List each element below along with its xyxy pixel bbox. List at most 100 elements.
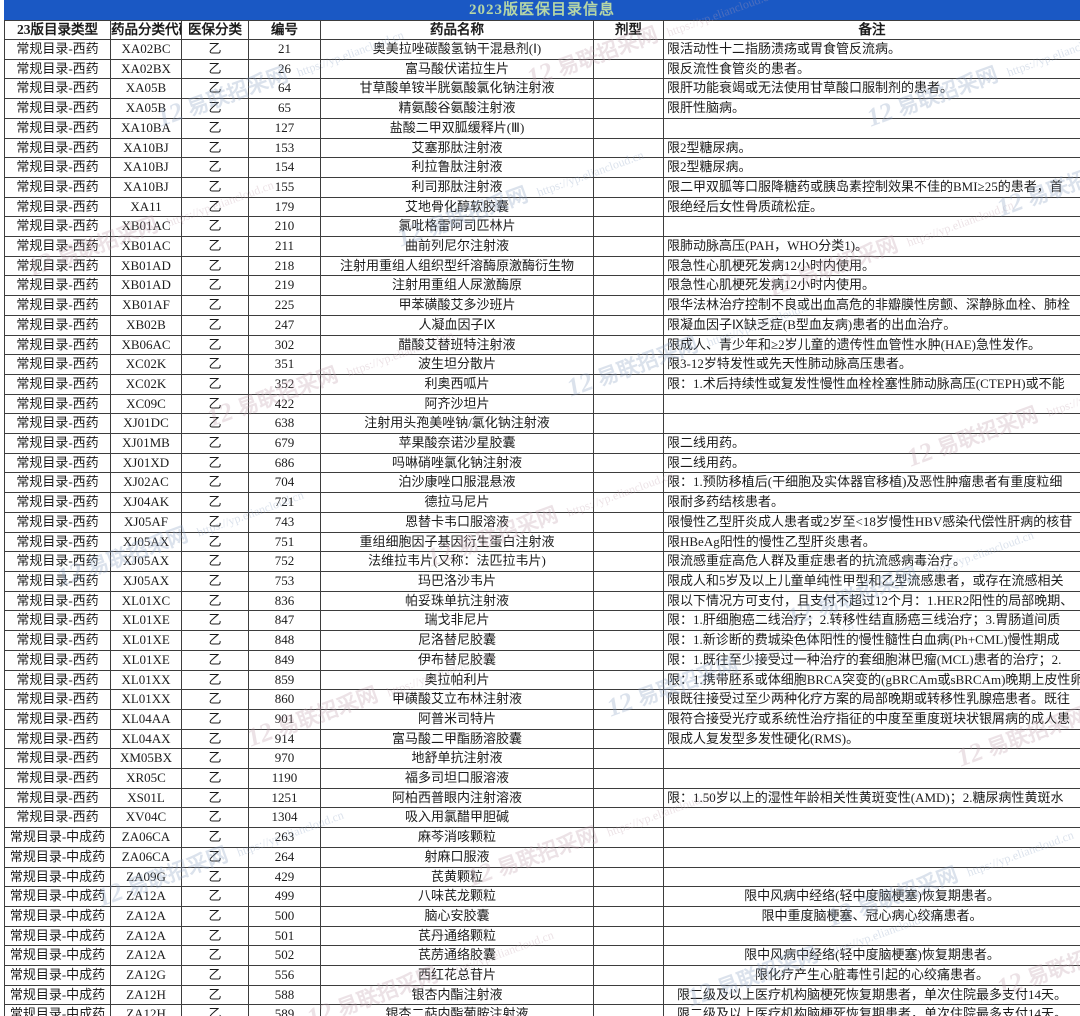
cell-drug-name[interactable]: 注射用重组人组织型纤溶酶原激酶衍生物	[320, 255, 594, 277]
cell-drug-class-code[interactable]: XA02BX	[110, 58, 182, 80]
cell-dosage-form[interactable]	[593, 846, 664, 868]
cell-drug-name[interactable]: 银杏二萜内酯葡胺注射液	[320, 1004, 594, 1016]
cell-catalog-type[interactable]: 常规目录-西药	[4, 649, 111, 671]
cell-catalog-type[interactable]: 常规目录-西药	[4, 334, 111, 356]
cell-drug-class-code[interactable]: XV04C	[110, 807, 182, 829]
cell-insurance-class[interactable]: 乙	[181, 551, 249, 572]
cell-number[interactable]: 422	[248, 393, 321, 415]
cell-remark[interactable]: 限成人复发型多发性硬化(RMS)。	[663, 728, 1080, 750]
cell-insurance-class[interactable]: 乙	[181, 216, 249, 238]
cell-dosage-form[interactable]	[593, 196, 664, 218]
cell-number[interactable]: 752	[248, 551, 321, 572]
cell-remark[interactable]: 限二线用药。	[663, 433, 1080, 454]
cell-remark[interactable]	[663, 413, 1080, 435]
cell-drug-class-code[interactable]: XB02B	[110, 314, 182, 336]
cell-drug-class-code[interactable]: ZA09G	[110, 866, 182, 888]
cell-drug-class-code[interactable]: XC02K	[110, 354, 182, 375]
cell-dosage-form[interactable]	[593, 295, 664, 316]
cell-insurance-class[interactable]: 乙	[181, 373, 249, 395]
cell-dosage-form[interactable]	[593, 78, 664, 100]
cell-dosage-form[interactable]	[593, 590, 664, 612]
cell-drug-class-code[interactable]: XL01XX	[110, 689, 182, 710]
cell-remark[interactable]: 限：1.预防移植后(干细胞及实体器官移植)及恶性肿瘤患者有重度粒细	[663, 472, 1080, 494]
cell-drug-name[interactable]: 艾塞那肽注射液	[320, 137, 594, 159]
cell-insurance-class[interactable]: 乙	[181, 275, 249, 297]
cell-insurance-class[interactable]: 乙	[181, 295, 249, 316]
cell-remark[interactable]	[663, 866, 1080, 888]
cell-number[interactable]: 65	[248, 98, 321, 119]
cell-drug-name[interactable]: 射麻口服液	[320, 846, 594, 868]
cell-remark[interactable]: 限化疗产生心脏毒性引起的心绞痛患者。	[663, 965, 1080, 986]
cell-number[interactable]: 64	[248, 78, 321, 100]
cell-drug-name[interactable]: 苹果酸奈诺沙星胶囊	[320, 433, 594, 454]
cell-catalog-type[interactable]: 常规目录-西药	[4, 196, 111, 218]
cell-dosage-form[interactable]	[593, 866, 664, 888]
cell-drug-name[interactable]: 法维拉韦片(又称：法匹拉韦片)	[320, 551, 594, 572]
cell-dosage-form[interactable]	[593, 551, 664, 572]
cell-number[interactable]: 500	[248, 905, 321, 927]
cell-drug-class-code[interactable]: XL01XX	[110, 669, 182, 691]
cell-drug-class-code[interactable]: XC09C	[110, 393, 182, 415]
cell-number[interactable]: 721	[248, 492, 321, 513]
cell-number[interactable]: 127	[248, 117, 321, 139]
cell-drug-class-code[interactable]: XJ05AF	[110, 511, 182, 533]
cell-insurance-class[interactable]: 乙	[181, 708, 249, 730]
cell-drug-name[interactable]: 曲前列尼尔注射液	[320, 236, 594, 257]
cell-insurance-class[interactable]: 乙	[181, 157, 249, 178]
cell-insurance-class[interactable]: 乙	[181, 58, 249, 80]
cell-dosage-form[interactable]	[593, 925, 664, 947]
cell-remark[interactable]: 限反流性食管炎的患者。	[663, 58, 1080, 80]
cell-catalog-type[interactable]: 常规目录-西药	[4, 275, 111, 297]
cell-catalog-type[interactable]: 常规目录-西药	[4, 669, 111, 691]
cell-drug-name[interactable]: 泊沙康唑口服混悬液	[320, 472, 594, 494]
cell-remark[interactable]	[663, 216, 1080, 238]
column-header-number[interactable]: 编号	[248, 20, 321, 40]
cell-insurance-class[interactable]: 乙	[181, 925, 249, 947]
cell-drug-class-code[interactable]: XB01AD	[110, 255, 182, 277]
cell-drug-class-code[interactable]: XJ01MB	[110, 433, 182, 454]
cell-drug-name[interactable]: 人凝血因子Ⅸ	[320, 314, 594, 336]
cell-dosage-form[interactable]	[593, 58, 664, 80]
cell-drug-name[interactable]: 奥拉帕利片	[320, 669, 594, 691]
cell-number[interactable]: 914	[248, 728, 321, 750]
cell-dosage-form[interactable]	[593, 137, 664, 159]
cell-number[interactable]: 225	[248, 295, 321, 316]
cell-drug-name[interactable]: 盐酸二甲双胍缓释片(Ⅲ)	[320, 117, 594, 139]
cell-drug-name[interactable]: 精氨酸谷氨酸注射液	[320, 98, 594, 119]
cell-number[interactable]: 429	[248, 866, 321, 888]
cell-remark[interactable]: 限慢性乙型肝炎成人患者或2岁至<18岁慢性HBV感染代偿性肝病的核苷	[663, 511, 1080, 533]
cell-catalog-type[interactable]: 常规目录-西药	[4, 807, 111, 829]
cell-drug-name[interactable]: 吸入用氯醋甲胆碱	[320, 807, 594, 829]
cell-catalog-type[interactable]: 常规目录-西药	[4, 728, 111, 750]
cell-catalog-type[interactable]: 常规目录-西药	[4, 137, 111, 159]
cell-drug-class-code[interactable]: XA05B	[110, 78, 182, 100]
cell-drug-name[interactable]: 地舒单抗注射液	[320, 748, 594, 770]
cell-drug-class-code[interactable]: XB01AC	[110, 216, 182, 238]
cell-catalog-type[interactable]: 常规目录-西药	[4, 630, 111, 651]
cell-drug-class-code[interactable]: XL01XE	[110, 610, 182, 632]
cell-catalog-type[interactable]: 常规目录-西药	[4, 433, 111, 454]
cell-catalog-type[interactable]: 常规目录-西药	[4, 531, 111, 553]
cell-catalog-type[interactable]: 常规目录-西药	[4, 492, 111, 513]
cell-drug-name[interactable]: 福多司坦口服溶液	[320, 768, 594, 789]
cell-dosage-form[interactable]	[593, 1004, 664, 1016]
cell-dosage-form[interactable]	[593, 511, 664, 533]
cell-catalog-type[interactable]: 常规目录-中成药	[4, 827, 111, 848]
cell-insurance-class[interactable]: 乙	[181, 689, 249, 710]
cell-drug-name[interactable]: 注射用重组人尿激酶原	[320, 275, 594, 297]
cell-drug-name[interactable]: 脑心安胶囊	[320, 905, 594, 927]
cell-drug-name[interactable]: 吗啉硝唑氯化钠注射液	[320, 452, 594, 474]
cell-insurance-class[interactable]: 乙	[181, 117, 249, 139]
cell-drug-class-code[interactable]: ZA12A	[110, 905, 182, 927]
cell-drug-class-code[interactable]: XA10BJ	[110, 137, 182, 159]
cell-remark[interactable]: 限二级及以上医疗机构脑梗死恢复期患者，单次住院最多支付14天。	[663, 984, 1080, 1006]
cell-catalog-type[interactable]: 常规目录-西药	[4, 511, 111, 533]
cell-number[interactable]: 847	[248, 610, 321, 632]
cell-catalog-type[interactable]: 常规目录-西药	[4, 39, 111, 60]
cell-drug-class-code[interactable]: ZA12H	[110, 984, 182, 1006]
cell-number[interactable]: 210	[248, 216, 321, 238]
cell-number[interactable]: 638	[248, 413, 321, 435]
cell-drug-name[interactable]: 富马酸二甲酯肠溶胶囊	[320, 728, 594, 750]
cell-number[interactable]: 26	[248, 58, 321, 80]
cell-remark[interactable]	[663, 117, 1080, 139]
